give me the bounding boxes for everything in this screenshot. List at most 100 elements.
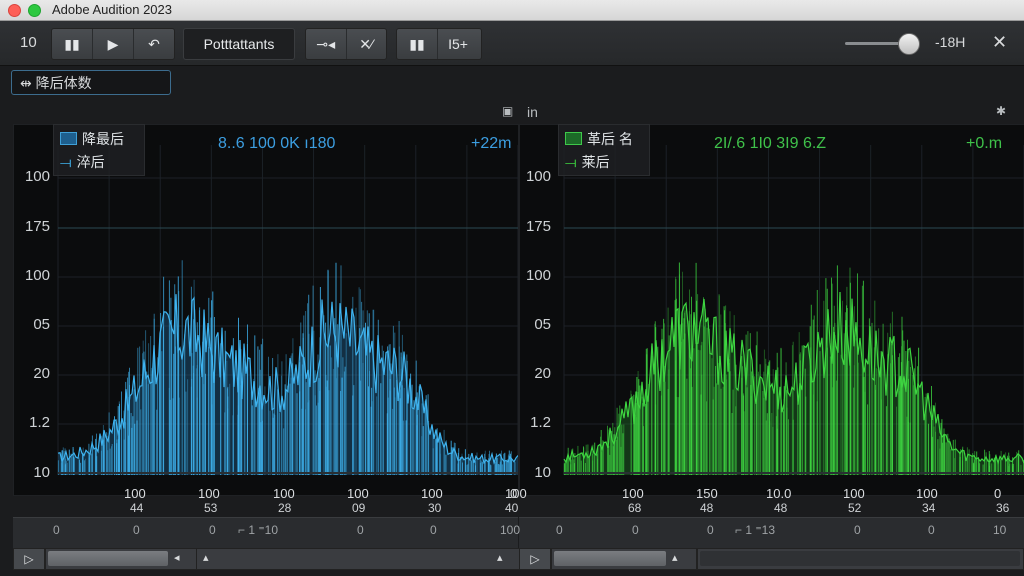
left-scrollbar-b[interactable]: ▴ ▴ bbox=[196, 548, 520, 570]
right-x-tick-2: 68 bbox=[628, 501, 642, 515]
left-mini-play-button[interactable]: ▷ bbox=[13, 548, 45, 570]
tool-group: ⊸◂ ✕⁄ bbox=[305, 28, 387, 60]
left_panel-y-tick: 100 bbox=[24, 267, 50, 284]
close-icon[interactable]: ✕ bbox=[992, 32, 1007, 53]
left-x-tick-2: 28 bbox=[278, 501, 292, 515]
left-scroll-arrow-c[interactable]: ▴ bbox=[497, 551, 503, 564]
view-group: ▮▮ I5+ bbox=[396, 28, 482, 60]
left-spectrum-panel bbox=[13, 124, 519, 496]
right-sub-value: 0 bbox=[632, 523, 639, 537]
maximize-window-button[interactable] bbox=[28, 4, 41, 17]
right-x-tick-2: 34 bbox=[922, 501, 936, 515]
right-x-tick-2: 36 bbox=[996, 501, 1010, 515]
left-sub-value: ⌐ 1 ⁼10 bbox=[238, 523, 279, 537]
right-x-tick: 10.0 bbox=[766, 486, 792, 501]
mic-tool-button[interactable]: ⊸◂ bbox=[306, 29, 347, 59]
left-scroll-arrow-b[interactable]: ▴ bbox=[203, 551, 209, 564]
briefcase-icon: ▣ bbox=[502, 104, 514, 118]
play-button[interactable]: ▶ bbox=[93, 29, 134, 59]
left-spectrum-chart bbox=[57, 145, 518, 475]
right-x-tick: 0 bbox=[994, 486, 1002, 501]
cut-tool-button[interactable]: ✕⁄ bbox=[347, 29, 387, 59]
loop-button[interactable]: ↶ bbox=[134, 29, 174, 59]
left-sub-value: 100 bbox=[500, 523, 521, 537]
right-x-tick-2: 52 bbox=[848, 501, 862, 515]
left-x-tick-2: 30 bbox=[428, 501, 442, 515]
transport-group: ▮▮ ▶ ↶ bbox=[51, 28, 175, 60]
right-x-tick-2: 48 bbox=[700, 501, 714, 515]
right-legend-item-2: ⟞ 莱后 bbox=[565, 152, 610, 172]
left_panel-y-tick: 20 bbox=[33, 365, 50, 382]
left_panel-y-tick: 1.2 bbox=[29, 414, 50, 431]
title-bar: Adobe Audition 2023 bbox=[0, 0, 1024, 21]
left-sub-value: 0 bbox=[133, 523, 140, 537]
right-x-tick-2: 48 bbox=[774, 501, 788, 515]
right-scroll-thumb-a[interactable] bbox=[554, 551, 666, 566]
right-legend-label-1: 革后 名 bbox=[587, 131, 633, 147]
close-window-button[interactable] bbox=[8, 4, 21, 17]
left-scrollbar-a[interactable]: ◂ bbox=[45, 548, 197, 570]
right-x-tick: 100 bbox=[843, 486, 865, 501]
right-sub-value: 0 bbox=[928, 523, 935, 537]
left-sub-value: 0 bbox=[53, 523, 60, 537]
right-readout: 2I/.6 1I0 3I9 6.Z bbox=[714, 135, 827, 152]
left-x-tick-2: 40 bbox=[505, 501, 519, 515]
right_panel-y-tick: 100 bbox=[525, 267, 551, 284]
pin-icon[interactable]: ✱ bbox=[996, 104, 1006, 118]
right-scrollbar-b[interactable] bbox=[697, 548, 1024, 570]
left-legend-item-1: 降最后 bbox=[60, 129, 124, 149]
left_panel-y-tick: 100 bbox=[24, 168, 50, 185]
left-x-tick: 100 bbox=[124, 486, 146, 501]
volume-slider-knob[interactable] bbox=[898, 33, 920, 55]
right-x-tick: 100 bbox=[916, 486, 938, 501]
left-line-icon: ⟞ bbox=[60, 154, 72, 170]
left-legend-item-2: ⟞ 淬后 bbox=[60, 152, 105, 172]
pause-button[interactable]: ▮▮ bbox=[52, 29, 93, 59]
right-x-tick: 150 bbox=[696, 486, 718, 501]
right-sub-value: 10 bbox=[993, 523, 1007, 537]
left-scroll-arrow-a[interactable]: ◂ bbox=[174, 551, 180, 564]
left-x-tick: 100 bbox=[421, 486, 443, 501]
right_panel-y-tick: 20 bbox=[534, 365, 551, 382]
right-sub-value: 0 bbox=[854, 523, 861, 537]
right-x-tick: 100 bbox=[622, 486, 644, 501]
toolbar-value: 10 bbox=[20, 34, 37, 51]
right-swatch-1 bbox=[565, 132, 582, 145]
right_panel-y-tick: 1.2 bbox=[530, 414, 551, 431]
search-input[interactable]: ⇹ 降后体数 bbox=[11, 70, 171, 95]
right-scroll-thumb-b[interactable] bbox=[700, 551, 1020, 566]
right-spectrum-panel bbox=[519, 124, 1024, 496]
right_panel-y-tick: 100 bbox=[525, 168, 551, 185]
left-swatch-1 bbox=[60, 132, 77, 145]
right-spectrum-chart bbox=[563, 145, 1024, 475]
zoom-button[interactable]: I5+ bbox=[438, 29, 478, 59]
left-sub-value: 0 bbox=[357, 523, 364, 537]
left-x-tick: 100 bbox=[273, 486, 295, 501]
left-x-tick: 100 bbox=[347, 486, 369, 501]
right-line-icon: ⟞ bbox=[565, 154, 577, 170]
view-toggle-button[interactable]: ▮▮ bbox=[397, 29, 438, 59]
right-scroll-arrow-a[interactable]: ▴ bbox=[672, 551, 678, 564]
right-scrollbar-a[interactable]: ▴ bbox=[551, 548, 697, 570]
left-sub-value: 0 bbox=[209, 523, 216, 537]
right-mini-play-button[interactable]: ▷ bbox=[519, 548, 551, 570]
right_panel-y-tick: 10 bbox=[534, 464, 551, 481]
window-title: Adobe Audition 2023 bbox=[52, 2, 172, 17]
left-legend: 降最后 ⟞ 淬后 bbox=[53, 124, 145, 176]
left-sub-value: 0 bbox=[430, 523, 437, 537]
left_panel-y-tick: 10 bbox=[33, 464, 50, 481]
left-scroll-thumb-a[interactable] bbox=[48, 551, 168, 566]
left-x-tick-2: 44 bbox=[130, 501, 144, 515]
right-sub-value: ⌐ 1 ⁼13 bbox=[735, 523, 776, 537]
right-sub-value: 0 bbox=[556, 523, 563, 537]
level-readout: -18H bbox=[935, 34, 966, 50]
panel-mid-label: in bbox=[527, 104, 538, 120]
right_panel-y-tick: 175 bbox=[525, 218, 551, 235]
left-legend-label-1: 降最后 bbox=[82, 131, 124, 147]
left-x-tick-2: 09 bbox=[352, 501, 366, 515]
left-readout-right: +22m bbox=[471, 135, 512, 152]
main-mode-button[interactable]: Potttattants bbox=[183, 28, 295, 60]
right_panel-y-tick: 05 bbox=[534, 316, 551, 333]
right-legend-item-1: 革后 名 bbox=[565, 129, 633, 149]
right-sub-value: 0 bbox=[707, 523, 714, 537]
